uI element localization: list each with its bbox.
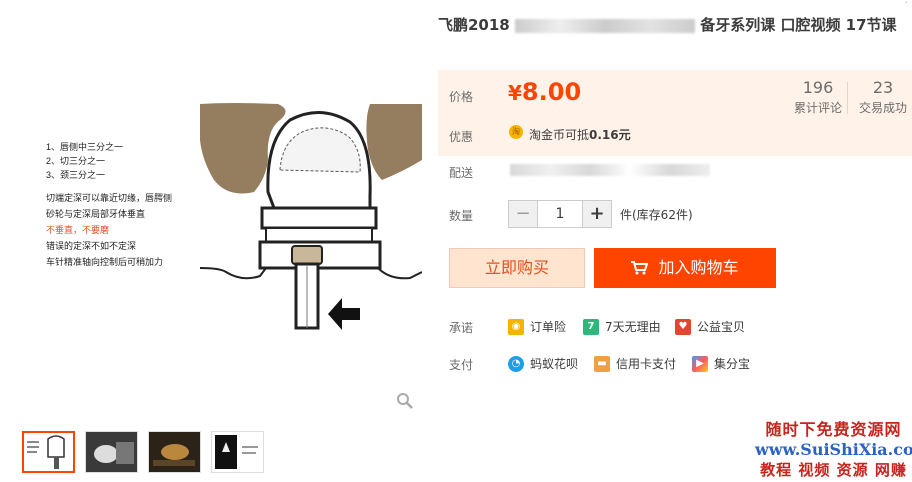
- zoom-icon[interactable]: [396, 392, 414, 410]
- title-start: 飞鹏2018: [438, 16, 510, 34]
- main-product-image[interactable]: 1、唇侧中三分之一 2、切三分之一 3、颈三分之一 切端定深可以靠近切缘，唇腭侧…: [30, 100, 423, 332]
- huabei-icon: ◔: [508, 355, 524, 372]
- price-number: 8.00: [521, 78, 582, 106]
- promo-label: 优惠: [449, 130, 474, 144]
- stock-text: 件(库存62件): [620, 208, 693, 222]
- watermark: 随时下免费资源网 www.SuiShiXia.com 教程 视频 资源 网赚: [755, 420, 912, 480]
- title-redacted: [514, 18, 695, 33]
- quantity-plus-button[interactable]: +: [583, 201, 611, 227]
- currency-symbol: ¥: [508, 81, 522, 105]
- shipping-redacted: [510, 164, 710, 176]
- charity-icon: ♥: [675, 318, 691, 335]
- diagram-line-4: 错误的定深不如不定深: [46, 240, 136, 251]
- quantity-minus-button[interactable]: −: [509, 201, 537, 227]
- pay-huabei-label: 蚂蚁花呗: [530, 357, 579, 371]
- buy-now-button[interactable]: 立即购买: [449, 248, 585, 288]
- add-to-cart-button[interactable]: 加入购物车: [594, 248, 776, 288]
- credit-card-icon: ▬: [594, 355, 610, 372]
- promise-insurance-label: 订单险: [530, 320, 567, 334]
- trades-label: 交易成功: [858, 101, 907, 115]
- corner-mark: ·: [904, 0, 909, 9]
- diagram-note-2: 2、切三分之一: [46, 155, 105, 166]
- diagram-line-3: 不垂直，不要磨: [46, 224, 109, 235]
- promo-desc: 淘金币可抵: [529, 128, 590, 142]
- thumbnail-1[interactable]: [22, 431, 75, 473]
- product-gallery: 1、唇侧中三分之一 2、切三分之一 3、颈三分之一 切端定深可以靠近切缘，唇腭侧…: [0, 0, 430, 482]
- insurance-icon: ◉: [508, 318, 524, 335]
- cart-icon: [631, 261, 649, 275]
- pay-jifenbao-label: 集分宝: [714, 357, 751, 371]
- trades-stat: 23 交易成功: [853, 78, 912, 116]
- reviews-label: 累计评论: [793, 101, 842, 115]
- taobao-coin-icon: 淘: [509, 125, 523, 139]
- thumbnail-strip: [22, 431, 264, 473]
- promise-charity[interactable]: ♥ 公益宝贝: [675, 318, 745, 335]
- diagram-line-1: 切端定深可以靠近切缘，唇腭侧: [46, 192, 172, 203]
- promo-text: 淘金币可抵0.16元: [529, 126, 631, 143]
- seven-day-icon: 7: [583, 318, 599, 335]
- promise-7day[interactable]: 7 7天无理由: [583, 318, 661, 335]
- price-label: 价格: [449, 90, 474, 104]
- product-title[interactable]: 飞鹏2018 备牙系列课 口腔视频 17节课: [438, 15, 912, 36]
- promise-insurance[interactable]: ◉ 订单险: [508, 318, 566, 335]
- diagram-note-1: 1、唇侧中三分之一: [46, 141, 123, 152]
- price-panel: 价格 ¥8.00 196 累计评论 23 交易成功 优惠 淘 淘金币可抵0.16…: [438, 70, 912, 156]
- thumbnail-4[interactable]: [211, 431, 264, 473]
- thumbnail-3[interactable]: [148, 431, 201, 473]
- watermark-line-2: www.SuiShiXia.com: [755, 440, 912, 459]
- quantity-input[interactable]: 1: [537, 201, 583, 227]
- trades-count: 23: [872, 78, 894, 97]
- shipping-label: 配送: [449, 166, 474, 180]
- diagram-note-3: 3、颈三分之一: [46, 169, 105, 180]
- reviews-stat[interactable]: 196 累计评论: [788, 78, 848, 116]
- quantity-label: 数量: [449, 209, 474, 223]
- tooth-diagram: 1、唇侧中三分之一 2、切三分之一 3、颈三分之一 切端定深可以靠近切缘，唇腭侧…: [30, 100, 423, 332]
- pay-credit-card-label: 信用卡支付: [616, 357, 677, 371]
- promise-7day-label: 7天无理由: [605, 320, 661, 334]
- watermark-line-1: 随时下免费资源网: [765, 420, 902, 439]
- reviews-count: 196: [802, 78, 834, 97]
- promo-amount: 0.16元: [589, 128, 631, 142]
- quantity-stepper: − 1 +: [508, 200, 612, 228]
- promise-label: 承诺: [449, 321, 474, 335]
- diagram-line-2: 砂轮与定深局部牙体垂直: [46, 208, 145, 219]
- watermark-line-3: 教程 视频 资源 网赚: [760, 461, 907, 479]
- jifenbao-icon: ▶: [692, 355, 708, 372]
- payment-label: 支付: [449, 358, 474, 372]
- pay-huabei[interactable]: ◔ 蚂蚁花呗: [508, 355, 578, 372]
- thumbnail-2[interactable]: [85, 431, 138, 473]
- pay-jifenbao[interactable]: ▶ 集分宝: [692, 355, 750, 372]
- pay-credit-card[interactable]: ▬ 信用卡支付: [594, 355, 676, 372]
- add-to-cart-label: 加入购物车: [658, 258, 739, 277]
- stat-divider: [847, 82, 848, 114]
- diagram-line-5: 车针精准轴向控制后可稍加力: [46, 256, 163, 267]
- promise-charity-label: 公益宝贝: [697, 320, 746, 334]
- title-end: 备牙系列课 口腔视频 17节课: [700, 16, 897, 34]
- price-value: ¥8.00: [508, 78, 581, 106]
